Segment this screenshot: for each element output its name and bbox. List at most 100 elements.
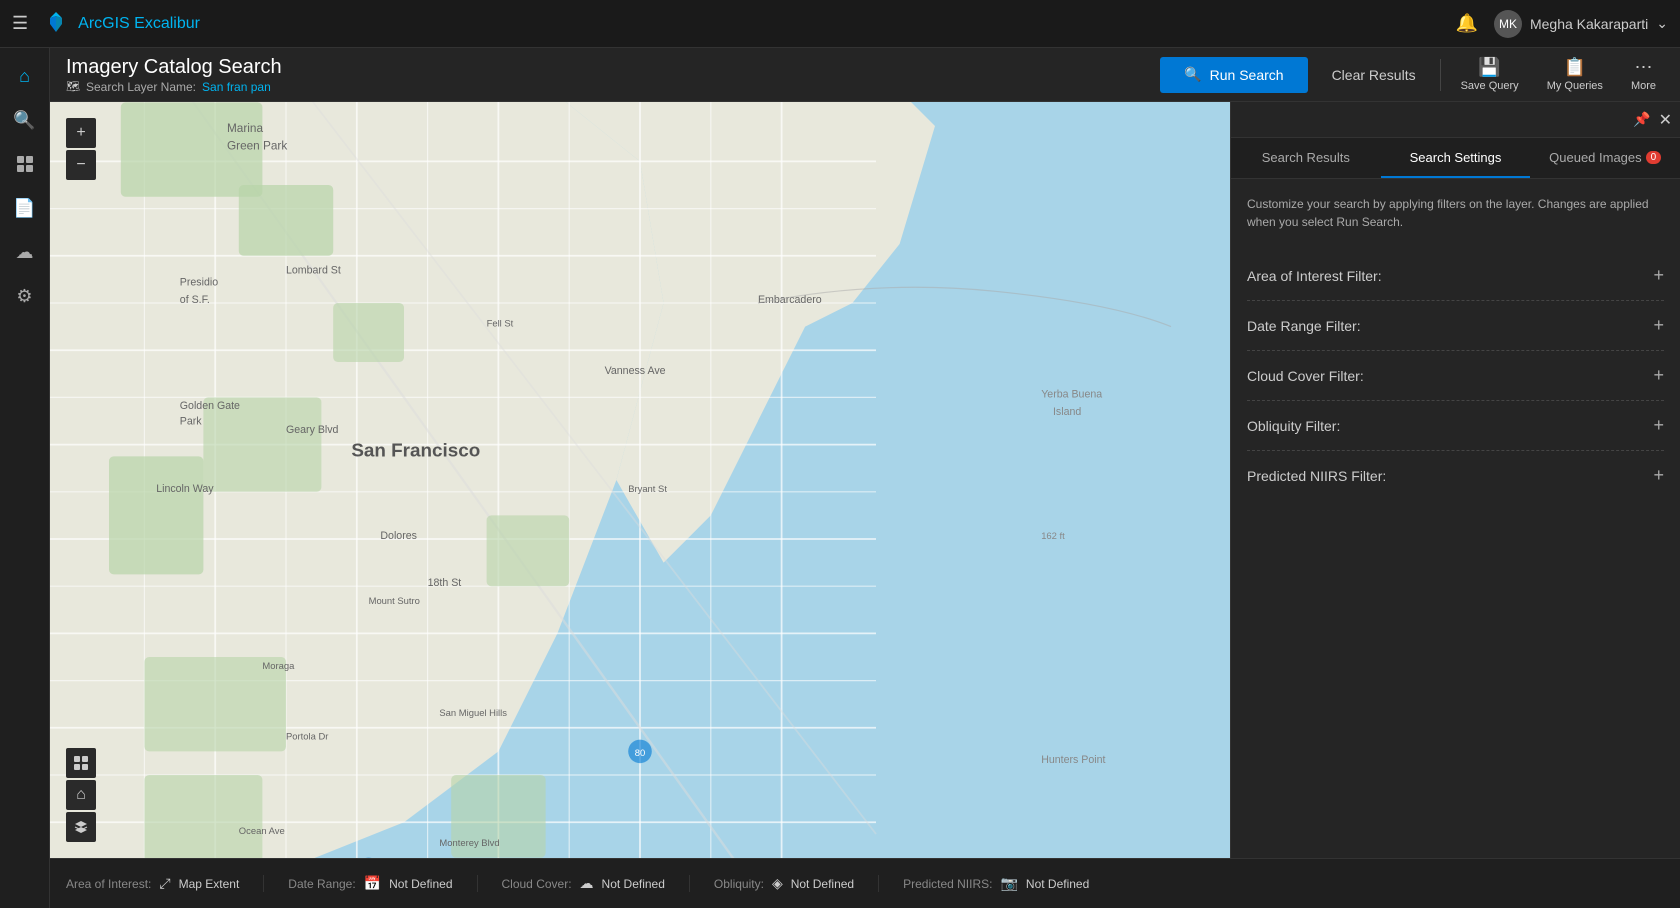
zoom-out-button[interactable]: − bbox=[66, 150, 96, 180]
app-name: ArcGIS Excalibur bbox=[78, 15, 200, 33]
home-button[interactable]: ⌂ bbox=[66, 780, 96, 810]
top-navbar: ☰ ArcGIS Excalibur 🔔 MK Megha Kakarapart… bbox=[0, 0, 1680, 48]
svg-text:162 ft: 162 ft bbox=[1041, 530, 1065, 541]
status-date-range: Date Range: 📅 Not Defined bbox=[264, 875, 477, 892]
user-dropdown-icon: ⌄ bbox=[1656, 15, 1668, 32]
svg-text:Marina: Marina bbox=[227, 122, 263, 135]
clear-results-button[interactable]: Clear Results bbox=[1320, 67, 1428, 83]
svg-text:Hunters Point: Hunters Point bbox=[1041, 754, 1105, 766]
svg-text:Island: Island bbox=[1053, 406, 1081, 418]
svg-text:Portola Dr: Portola Dr bbox=[286, 731, 328, 742]
basemap-gallery-button[interactable] bbox=[66, 748, 96, 778]
svg-text:Ocean Ave: Ocean Ave bbox=[239, 825, 285, 836]
svg-text:San Miguel Hills: San Miguel Hills bbox=[439, 707, 507, 718]
run-search-button[interactable]: 🔍 Run Search bbox=[1160, 57, 1307, 93]
layers-button[interactable] bbox=[66, 812, 96, 842]
svg-text:Park: Park bbox=[180, 416, 203, 428]
svg-text:Geary Blvd: Geary Blvd bbox=[286, 424, 339, 436]
tab-search-settings[interactable]: Search Settings bbox=[1381, 138, 1531, 178]
more-icon: ⋯ bbox=[1634, 57, 1652, 78]
aoi-icon: ⤢ bbox=[159, 875, 170, 892]
sidebar-item-layers[interactable] bbox=[5, 144, 45, 184]
panel-pin-bar: 📌 ✕ bbox=[1231, 102, 1680, 138]
status-cloud-cover: Cloud Cover: ☁ Not Defined bbox=[478, 875, 690, 892]
filter-aoi[interactable]: Area of Interest Filter: + bbox=[1247, 251, 1664, 301]
tab-queued-images[interactable]: Queued Images 0 bbox=[1530, 138, 1680, 178]
svg-text:Presidio: Presidio bbox=[180, 276, 218, 288]
status-predicted-niirs: Predicted NIIRS: 📷 Not Defined bbox=[879, 875, 1113, 892]
panel-description: Customize your search by applying filter… bbox=[1247, 195, 1664, 231]
map-svg: San Francisco Marina Green Park Presidio… bbox=[50, 102, 1230, 858]
svg-text:18th St: 18th St bbox=[428, 577, 462, 589]
left-sidebar: ⌂ 🔍 📄 ☁ ⚙ bbox=[0, 48, 50, 908]
filter-date-add-icon[interactable]: + bbox=[1653, 315, 1664, 336]
save-query-button[interactable]: 💾 Save Query bbox=[1453, 57, 1527, 92]
more-button[interactable]: ⋯ More bbox=[1623, 57, 1664, 92]
sidebar-item-search[interactable]: 🔍 bbox=[5, 100, 45, 140]
queued-badge: 0 bbox=[1646, 151, 1662, 164]
sidebar-item-upload[interactable]: ☁ bbox=[5, 232, 45, 272]
status-aoi: Area of Interest: ⤢ Map Extent bbox=[66, 875, 264, 892]
zoom-in-button[interactable]: + bbox=[66, 118, 96, 148]
user-name: Megha Kakaraparti bbox=[1530, 16, 1648, 32]
queries-icon: 📋 bbox=[1564, 57, 1586, 78]
layer-row: 🗺 Search Layer Name: San fran pan bbox=[66, 80, 1148, 94]
sidebar-item-settings[interactable]: ⚙ bbox=[5, 276, 45, 316]
hamburger-menu[interactable]: ☰ bbox=[12, 13, 28, 34]
sidebar-item-contents[interactable]: 📄 bbox=[5, 188, 45, 228]
svg-text:Lincoln Way: Lincoln Way bbox=[156, 483, 214, 495]
map-area[interactable]: San Francisco Marina Green Park Presidio… bbox=[50, 102, 1230, 858]
svg-text:Moraga: Moraga bbox=[262, 660, 295, 671]
svg-text:Dolores: Dolores bbox=[380, 530, 417, 542]
svg-text:Green Park: Green Park bbox=[227, 140, 287, 153]
svg-text:Yerba Buena: Yerba Buena bbox=[1041, 388, 1102, 400]
title-area: Imagery Catalog Search 🗺 Search Layer Na… bbox=[66, 56, 1148, 94]
svg-text:80: 80 bbox=[635, 747, 645, 758]
close-panel-button[interactable]: ✕ bbox=[1659, 110, 1672, 130]
cloud-icon: ☁ bbox=[580, 875, 594, 892]
sidebar-item-home[interactable]: ⌂ bbox=[5, 56, 45, 96]
user-menu[interactable]: MK Megha Kakaraparti ⌄ bbox=[1494, 10, 1668, 38]
avatar: MK bbox=[1494, 10, 1522, 38]
filter-cloud-add-icon[interactable]: + bbox=[1653, 365, 1664, 386]
filter-obliquity[interactable]: Obliquity Filter: + bbox=[1247, 401, 1664, 451]
svg-text:Monterey Blvd: Monterey Blvd bbox=[439, 837, 499, 848]
filter-predicted-niirs[interactable]: Predicted NIIRS Filter: + bbox=[1247, 451, 1664, 500]
svg-text:Lombard St: Lombard St bbox=[286, 265, 341, 277]
svg-text:Vanness Ave: Vanness Ave bbox=[605, 365, 666, 377]
layer-value[interactable]: San fran pan bbox=[202, 80, 271, 94]
svg-text:Golden Gate: Golden Gate bbox=[180, 400, 240, 412]
tab-search-results[interactable]: Search Results bbox=[1231, 138, 1381, 178]
svg-text:Mount Sutro: Mount Sutro bbox=[369, 595, 420, 606]
save-icon: 💾 bbox=[1478, 57, 1500, 78]
svg-text:Bryant St: Bryant St bbox=[628, 483, 667, 494]
svg-text:Fell St: Fell St bbox=[487, 318, 514, 329]
svg-text:San Francisco: San Francisco bbox=[351, 439, 480, 460]
bottom-bar: Area of Interest: ⤢ Map Extent Date Rang… bbox=[50, 858, 1680, 908]
filter-aoi-add-icon[interactable]: + bbox=[1653, 265, 1664, 286]
pin-icon[interactable]: 📌 bbox=[1633, 111, 1650, 128]
layer-icon: 🗺 bbox=[66, 80, 80, 93]
search-icon: 🔍 bbox=[1184, 66, 1201, 83]
notification-icon[interactable]: 🔔 bbox=[1456, 13, 1478, 34]
filter-date-range[interactable]: Date Range Filter: + bbox=[1247, 301, 1664, 351]
layer-label: Search Layer Name: bbox=[86, 80, 196, 94]
filter-niirs-add-icon[interactable]: + bbox=[1653, 465, 1664, 486]
svg-text:Embarcadero: Embarcadero bbox=[758, 294, 822, 306]
niirs-icon: 📷 bbox=[1000, 875, 1017, 892]
header-bar: Imagery Catalog Search 🗺 Search Layer Na… bbox=[50, 48, 1680, 102]
header-divider bbox=[1440, 59, 1441, 91]
panel-content: Customize your search by applying filter… bbox=[1231, 179, 1680, 868]
status-obliquity: Obliquity: ◈ Not Defined bbox=[690, 875, 879, 892]
obliquity-icon: ◈ bbox=[772, 875, 783, 892]
svg-text:of S.F.: of S.F. bbox=[180, 294, 210, 306]
filter-obliquity-add-icon[interactable]: + bbox=[1653, 415, 1664, 436]
map-controls-bottom: ⌂ bbox=[66, 748, 96, 842]
my-queries-button[interactable]: 📋 My Queries bbox=[1539, 57, 1611, 92]
filter-cloud-cover[interactable]: Cloud Cover Filter: + bbox=[1247, 351, 1664, 401]
date-icon: 📅 bbox=[364, 875, 381, 892]
app-logo bbox=[42, 10, 70, 38]
map-container[interactable]: San Francisco Marina Green Park Presidio… bbox=[50, 102, 1230, 858]
page-title: Imagery Catalog Search bbox=[66, 56, 1148, 79]
right-panel: 📌 ✕ Search Results Search Settings Queue… bbox=[1230, 102, 1680, 908]
